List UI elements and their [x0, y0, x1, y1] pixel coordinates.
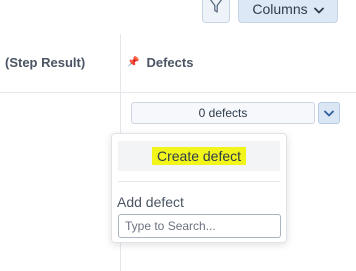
chevron-down-icon [324, 104, 334, 122]
add-defect-label: Add defect [117, 194, 184, 210]
columns-label: Columns [252, 0, 308, 17]
defect-search-input[interactable] [118, 214, 281, 238]
column-header-defects-label: Defects [146, 55, 194, 70]
menu-divider [118, 181, 280, 182]
column-header-defects[interactable]: 📌 Defects [127, 55, 193, 70]
column-header-step-result[interactable]: (Step Result) [5, 55, 85, 70]
defects-dropdown-menu: Create defect Add defect [111, 133, 287, 243]
chevron-down-icon [313, 1, 324, 17]
filter-icon [209, 0, 223, 19]
columns-button[interactable]: Columns [238, 0, 338, 23]
defects-count-field[interactable]: 0 defects [131, 102, 315, 124]
create-defect-label: Create defect [151, 147, 247, 165]
filter-button[interactable] [202, 0, 230, 23]
create-defect-menu-item[interactable]: Create defect [118, 141, 280, 171]
defects-count-value: 0 defects [198, 106, 248, 120]
pin-icon[interactable]: 📌 [127, 57, 139, 68]
defects-dropdown-toggle[interactable] [318, 102, 340, 124]
